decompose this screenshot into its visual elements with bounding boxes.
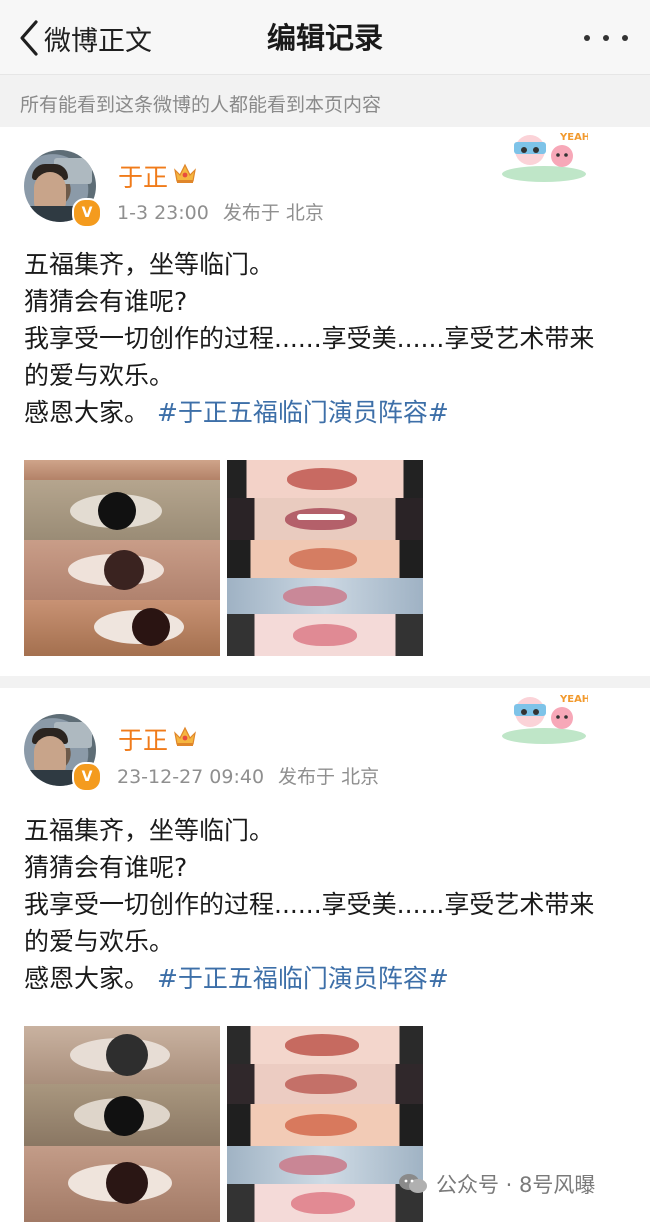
post-line-prefix: 感恩大家。 [24,398,157,427]
post-text: 五福集齐，坐等临门。 猜猜会有谁呢? 我享受一切创作的过程......享受美..… [24,812,634,997]
post-line-last: 感恩大家。 #于正五福临门演员阵容# [24,394,634,431]
more-dots-icon [603,35,609,41]
post-line: 的爱与欢乐。 [24,927,175,956]
post-line: 的爱与欢乐。 [24,361,175,390]
username[interactable]: 于正 [118,158,168,194]
image-lips-collage[interactable] [227,1026,423,1222]
page-title: 编辑记录 [266,21,383,55]
post-line: 猜猜会有谁呢? [24,287,188,316]
hashtag-link[interactable]: #于正五福临门演员阵容# [157,964,449,993]
post-line: 猜猜会有谁呢? [24,853,188,882]
verified-icon: V [72,762,102,792]
image-lips-collage[interactable] [227,460,423,656]
top-nav-bar: 微博正文 编辑记录 [0,0,650,74]
post-meta: 23-12-27 09:40 发布于 北京 [117,762,379,789]
post-location: 发布于 北京 [222,202,324,224]
post-line-prefix: 感恩大家。 [24,964,157,993]
hashtag-link[interactable]: #于正五福临门演员阵容# [157,398,449,427]
post-line: 我享受一切创作的过程......享受美......享受艺术带来 [24,890,595,919]
sticker-icon: YEAH [502,132,588,182]
post-card: V 于正 1-3 23:00 发布于 北京 YEAH 五福集齐，坐等临门。 猜猜会… [0,126,650,678]
wechat-icon [399,1174,427,1193]
image-eyes-collage[interactable] [24,460,220,656]
post-card: V 于正 23-12-27 09:40 发布于 北京 YEAH 五福集齐，坐等临门… [0,688,650,1222]
post-location: 发布于 北京 [278,766,380,788]
crown-icon [174,163,196,183]
watermark: 公众号 · 8号风曝 [398,1166,595,1202]
more-dots-icon [622,35,628,41]
post-meta: 1-3 23:00 发布于 北京 [117,198,324,225]
sticker-text: YEAH [559,132,588,143]
image-eyes-collage[interactable] [24,1026,220,1222]
more-options-button[interactable] [584,22,628,54]
crown-icon [174,726,196,746]
username[interactable]: 于正 [118,721,168,757]
visibility-notice-text: 所有能看到这条微博的人都能看到本页内容 [20,94,382,116]
post-divider [0,676,650,688]
post-time: 23-12-27 09:40 [117,766,265,788]
more-dots-icon [584,35,590,41]
post-line: 五福集齐，坐等临门。 [24,816,275,845]
visibility-notice: 所有能看到这条微博的人都能看到本页内容 [0,74,650,127]
verified-icon: V [72,198,102,228]
post-line-last: 感恩大家。 #于正五福临门演员阵容# [24,960,634,997]
watermark-text: 公众号 · 8号风曝 [436,1173,596,1197]
post-text: 五福集齐，坐等临门。 猜猜会有谁呢? 我享受一切创作的过程......享受美..… [24,246,634,431]
post-line: 五福集齐，坐等临门。 [24,250,275,279]
post-line: 我享受一切创作的过程......享受美......享受艺术带来 [24,324,595,353]
sticker-icon: YEAH [502,694,588,744]
post-time: 1-3 23:00 [117,202,209,224]
sticker-text: YEAH [559,694,588,705]
